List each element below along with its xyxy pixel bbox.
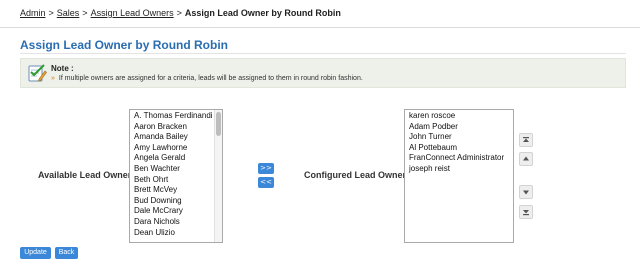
configured-owner-option[interactable]: Adam Podber	[405, 122, 513, 133]
note-bullet: »	[51, 75, 55, 82]
available-owner-option[interactable]: Dale McCrary	[130, 206, 222, 217]
available-lead-owners-list[interactable]: A. Thomas Ferdinandi Aaron Bracken Amanda …	[129, 109, 223, 243]
breadcrumb-link-assign-lead-owners[interactable]: Assign Lead Owners	[91, 8, 174, 18]
scrollbar-thumb[interactable]	[216, 112, 221, 136]
available-owner-option[interactable]: Dara Nichols	[130, 217, 222, 228]
note-message: If multiple owners are assigned for a cr…	[58, 75, 363, 82]
move-down-icon	[520, 186, 532, 198]
move-bottom-button[interactable]	[519, 205, 533, 219]
available-owner-option[interactable]: Brett McVey	[130, 185, 222, 196]
breadcrumb-separator: >	[48, 8, 54, 18]
available-owner-option[interactable]: Amy Lawhorne	[130, 143, 222, 154]
available-list-scrollbar[interactable]	[214, 110, 222, 242]
add-owner-button[interactable]: >>	[258, 163, 274, 174]
move-top-button[interactable]	[519, 133, 533, 147]
available-owner-option[interactable]: A. Thomas Ferdinandi	[130, 111, 222, 122]
configured-owner-option[interactable]: FranConnect Administrator	[405, 153, 513, 164]
move-bottom-icon	[520, 206, 532, 218]
breadcrumb-current: Assign Lead Owner by Round Robin	[184, 8, 341, 18]
note-pencil-icon	[27, 63, 47, 83]
breadcrumb-separator: >	[82, 8, 88, 18]
header-divider	[0, 27, 640, 28]
available-owner-option[interactable]: Beth Ohrt	[130, 175, 222, 186]
configured-owner-option[interactable]: karen roscoe	[405, 111, 513, 122]
back-button[interactable]: Back	[55, 247, 78, 259]
available-owner-option[interactable]: Ben Wachter	[130, 164, 222, 175]
move-top-icon	[520, 134, 532, 146]
breadcrumb-separator: >	[176, 8, 182, 18]
note-text: » If multiple owners are assigned for a c…	[51, 75, 363, 82]
available-owner-option[interactable]: Aaron Bracken	[130, 122, 222, 133]
available-owner-option[interactable]: Angela Gerald	[130, 153, 222, 164]
configured-owner-option[interactable]: John Turner	[405, 132, 513, 143]
move-up-button[interactable]	[519, 152, 533, 166]
breadcrumb-link-sales[interactable]: Sales	[57, 8, 80, 18]
page-title: Assign Lead Owner by Round Robin	[20, 38, 229, 52]
available-options: A. Thomas Ferdinandi Aaron Bracken Amanda …	[130, 110, 222, 238]
configured-lead-owners-list[interactable]: karen roscoe Adam Podber John Turner Al Pot…	[404, 109, 514, 243]
move-down-button[interactable]	[519, 185, 533, 199]
configured-options: karen roscoe Adam Podber John Turner Al Pot…	[405, 110, 513, 175]
available-owner-option[interactable]: Amanda Bailey	[130, 132, 222, 143]
breadcrumb: Admin > Sales > Assign Lead Owners > Assign Le…	[20, 8, 341, 18]
configured-owner-option[interactable]: joseph reist	[405, 164, 513, 175]
move-up-icon	[520, 153, 532, 165]
configured-owner-option[interactable]: Al Pottebaum	[405, 143, 513, 154]
remove-owner-button[interactable]: <<	[258, 177, 274, 188]
note-title: Note :	[51, 64, 74, 73]
update-button[interactable]: Update	[20, 247, 51, 259]
title-divider	[20, 53, 626, 54]
breadcrumb-link-admin[interactable]: Admin	[20, 8, 46, 18]
available-owner-option[interactable]: Bud Downing	[130, 196, 222, 207]
available-lead-owners-label: Available Lead Owners :	[38, 170, 142, 180]
available-owner-option[interactable]: Dean Ulizio	[130, 228, 222, 239]
configured-lead-owners-label: Configured Lead Owners :	[304, 170, 417, 180]
note-box: Note : » If multiple owners are assigned …	[20, 58, 626, 88]
